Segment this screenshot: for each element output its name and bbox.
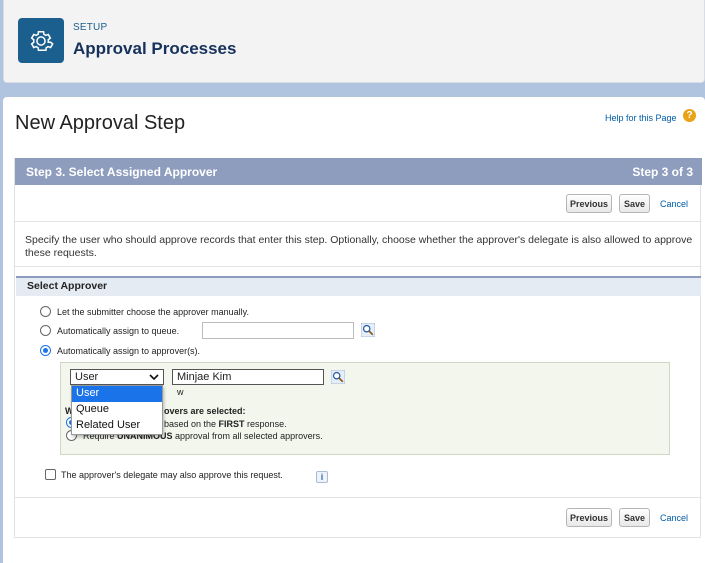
approver-type-value: User <box>75 371 99 383</box>
when-label-suffix: overs are selected: <box>164 406 246 416</box>
step-description: Specify the user who should approve reco… <box>25 234 693 259</box>
first-response-label: based on the FIRST response. <box>164 419 287 429</box>
lookup-icon[interactable] <box>361 323 375 337</box>
dropdown-option[interactable]: User <box>72 386 162 402</box>
save-button-bottom[interactable]: Save <box>619 508 650 527</box>
radio-manual-label[interactable]: Let the submitter choose the approver ma… <box>57 307 249 317</box>
section-header: Select Approver <box>16 276 701 296</box>
cancel-link-bottom[interactable]: Cancel <box>660 513 688 523</box>
first-end: response. <box>244 419 287 429</box>
delegate-label: The approver's delegate may also approve… <box>61 470 283 480</box>
unanimous-suffix: approval from all selected approvers. <box>172 431 323 441</box>
info-icon[interactable]: i <box>316 471 328 483</box>
dropdown-option[interactable]: Queue <box>72 402 162 418</box>
previous-button-top[interactable]: Previous <box>566 194 612 213</box>
step-title: Step 3. Select Assigned Approver <box>26 165 218 179</box>
queue-input[interactable] <box>202 322 354 339</box>
section-title: Select Approver <box>27 280 108 292</box>
radio-manual[interactable] <box>40 306 51 317</box>
divider <box>15 221 702 222</box>
save-button-top[interactable]: Save <box>619 194 650 213</box>
dropdown-option[interactable]: Related User <box>72 418 162 434</box>
radio-queue-label[interactable]: Automatically assign to queue. <box>57 326 179 336</box>
header-eyebrow: SETUP <box>73 22 108 33</box>
add-row-link-fragment-end: w <box>177 387 184 397</box>
step-progress: Step 3 of 3 <box>632 165 693 179</box>
first-response-frag: based on the <box>164 419 219 429</box>
header-title: Approval Processes <box>73 39 237 58</box>
lookup-icon[interactable] <box>331 370 345 384</box>
radio-queue[interactable] <box>40 325 51 336</box>
approver-type-select[interactable]: User <box>70 369 164 385</box>
approver-name-input[interactable]: Minjae Kim <box>172 369 324 385</box>
previous-button-bottom[interactable]: Previous <box>566 508 612 527</box>
step-block: Step 3. Select Assigned Approver Step 3 … <box>14 158 702 538</box>
divider <box>15 497 702 498</box>
step-bar: Step 3. Select Assigned Approver Step 3 … <box>15 158 702 185</box>
help-link[interactable]: Help for this Page <box>605 113 677 123</box>
setup-header: SETUP Approval Processes <box>3 0 705 83</box>
radio-approvers-label[interactable]: Automatically assign to approver(s). <box>57 346 200 356</box>
page-title: New Approval Step <box>15 112 186 134</box>
delegate-checkbox[interactable] <box>45 469 56 480</box>
main-panel: New Approval Step Help for this Page ? S… <box>3 97 705 563</box>
approver-type-dropdown[interactable]: User Queue Related User <box>71 385 163 435</box>
radio-approvers[interactable] <box>40 345 51 356</box>
question-icon[interactable]: ? <box>683 109 696 122</box>
cancel-link-top[interactable]: Cancel <box>660 199 688 209</box>
gear-icon <box>18 18 64 63</box>
first-bold: FIRST <box>218 419 245 429</box>
divider <box>15 266 702 267</box>
